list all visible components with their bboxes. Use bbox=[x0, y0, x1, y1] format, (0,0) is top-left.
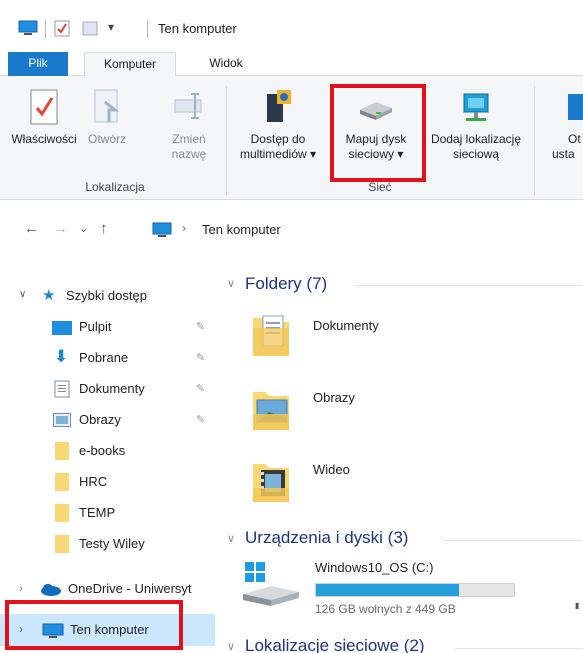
navigation-pane: ∨ ★ Szybki dostęp Pulpit ✎ ⬇ Pobrane ✎ D… bbox=[0, 256, 215, 653]
star-icon: ★ bbox=[42, 287, 56, 304]
pictures-icon bbox=[53, 413, 71, 427]
nav-item-obrazy[interactable]: Obrazy ✎ bbox=[0, 404, 215, 436]
pin-icon[interactable]: ✎ bbox=[196, 320, 205, 333]
nav-item-hrc[interactable]: HRC bbox=[0, 466, 215, 498]
videos-folder-icon bbox=[253, 464, 289, 502]
group-separator bbox=[226, 86, 227, 196]
desktop-icon bbox=[52, 321, 72, 335]
content-pane: ∨ Foldery (7) Dokumenty Obrazy Wideo ∨ U… bbox=[215, 256, 583, 653]
open-settings-button[interactable]: Ot usta bbox=[552, 88, 583, 162]
breadcrumb[interactable]: Ten komputer bbox=[202, 222, 281, 237]
group-label-network: Sieć bbox=[368, 180, 392, 194]
cloud-icon bbox=[41, 584, 61, 596]
forward-arrow-icon[interactable]: → bbox=[53, 220, 68, 237]
separator bbox=[45, 20, 46, 38]
recent-locations-icon[interactable]: ⌄ bbox=[79, 222, 88, 235]
media-access-button[interactable]: Dostęp do multimediów ▾ bbox=[228, 88, 328, 162]
windows-drive-icon bbox=[243, 562, 299, 606]
new-folder-quick-icon[interactable] bbox=[82, 21, 98, 36]
drive-usage-bar bbox=[315, 583, 515, 597]
address-bar: ← → ⌄ ↑ › Ten komputer bbox=[0, 212, 583, 244]
documents-folder-icon bbox=[253, 315, 289, 356]
documents-icon bbox=[54, 380, 70, 398]
collapse-chevron-icon[interactable]: ∨ bbox=[227, 277, 235, 290]
properties-quick-icon[interactable] bbox=[54, 20, 70, 37]
open-icon bbox=[94, 89, 120, 123]
group-separator bbox=[534, 86, 535, 196]
nav-quick-access[interactable]: ∨ ★ Szybki dostęp bbox=[0, 280, 215, 312]
tab-file[interactable]: Plik bbox=[8, 52, 68, 76]
nav-item-testy-wiley[interactable]: Testy Wiley bbox=[0, 528, 215, 560]
download-arrow-icon: ⬇ bbox=[54, 347, 69, 366]
pin-icon[interactable]: ✎ bbox=[196, 382, 205, 395]
group-label-location: Lokalizacja bbox=[85, 180, 145, 194]
pin-icon[interactable]: ✎ bbox=[196, 351, 205, 364]
folder-icon bbox=[55, 535, 69, 553]
expand-chevron-icon[interactable]: › bbox=[19, 581, 23, 595]
back-arrow-icon[interactable]: ← bbox=[24, 220, 39, 237]
ribbon-tabs: Plik Komputer Widok bbox=[0, 52, 583, 77]
rename-button[interactable]: Zmień nazwę bbox=[164, 88, 214, 162]
media-server-icon bbox=[267, 90, 291, 122]
folder-obrazy[interactable]: Obrazy bbox=[251, 384, 551, 440]
folder-icon bbox=[55, 504, 69, 522]
folder-icon bbox=[55, 442, 69, 460]
nav-item-e-books[interactable]: e-books bbox=[0, 435, 215, 467]
network-locations-header[interactable]: Lokalizacje sieciowe (2) bbox=[245, 636, 425, 653]
settings-icon bbox=[568, 94, 583, 120]
network-location-icon bbox=[463, 93, 489, 121]
nav-item-temp[interactable]: TEMP bbox=[0, 497, 215, 529]
highlight-map-drive bbox=[330, 84, 426, 182]
divider bbox=[355, 285, 583, 286]
highlight-this-pc bbox=[5, 600, 183, 650]
rename-icon bbox=[174, 93, 202, 119]
up-arrow-icon[interactable]: ↑ bbox=[100, 220, 108, 237]
folder-icon bbox=[55, 473, 69, 491]
customize-quick-access-icon[interactable]: ▾ bbox=[108, 20, 114, 34]
ribbon: Właściwości Otwórz Zmień nazwę Dostęp do… bbox=[0, 76, 583, 200]
nav-item-pulpit[interactable]: Pulpit ✎ bbox=[0, 311, 215, 343]
divider bbox=[455, 648, 583, 649]
drive-edge-icon: ▮ bbox=[575, 601, 580, 610]
pictures-folder-icon bbox=[253, 392, 289, 430]
nav-item-pobrane[interactable]: ⬇ Pobrane ✎ bbox=[0, 342, 215, 374]
folder-wideo[interactable]: Wideo bbox=[251, 456, 551, 512]
properties-button[interactable]: Właściwości bbox=[6, 88, 82, 147]
separator bbox=[147, 20, 148, 38]
pin-icon[interactable]: ✎ bbox=[196, 413, 205, 426]
tab-computer[interactable]: Komputer bbox=[84, 52, 176, 77]
collapse-chevron-icon[interactable]: ∨ bbox=[227, 640, 235, 653]
computer-icon bbox=[152, 222, 172, 237]
divider bbox=[443, 540, 583, 541]
computer-icon bbox=[18, 20, 38, 35]
properties-icon bbox=[30, 89, 58, 125]
breadcrumb-chevron-icon[interactable]: › bbox=[182, 221, 186, 235]
tab-view[interactable]: Widok bbox=[196, 52, 256, 76]
address-input[interactable]: › Ten komputer bbox=[146, 216, 583, 242]
title-bar: ▾ Ten komputer bbox=[0, 0, 583, 44]
drive-c[interactable]: Windows10_OS (C:) 126 GB wolnych z 449 G… bbox=[241, 556, 583, 618]
collapse-chevron-icon[interactable]: ∨ bbox=[227, 532, 235, 545]
window-title: Ten komputer bbox=[158, 21, 237, 36]
drive-name: Windows10_OS (C:) bbox=[315, 560, 434, 575]
drive-free-space: 126 GB wolnych z 449 GB bbox=[315, 602, 456, 616]
add-network-location-button[interactable]: Dodaj lokalizację sieciową bbox=[424, 88, 528, 162]
folder-dokumenty[interactable]: Dokumenty bbox=[251, 310, 551, 366]
nav-item-dokumenty[interactable]: Dokumenty ✎ bbox=[0, 373, 215, 405]
drive-usage-fill bbox=[316, 584, 459, 596]
expand-chevron-icon[interactable]: ∨ bbox=[19, 289, 26, 300]
devices-header[interactable]: Urządzenia i dyski (3) bbox=[245, 528, 408, 548]
open-button[interactable]: Otwórz bbox=[80, 88, 134, 147]
folders-header[interactable]: Foldery (7) bbox=[245, 274, 327, 294]
